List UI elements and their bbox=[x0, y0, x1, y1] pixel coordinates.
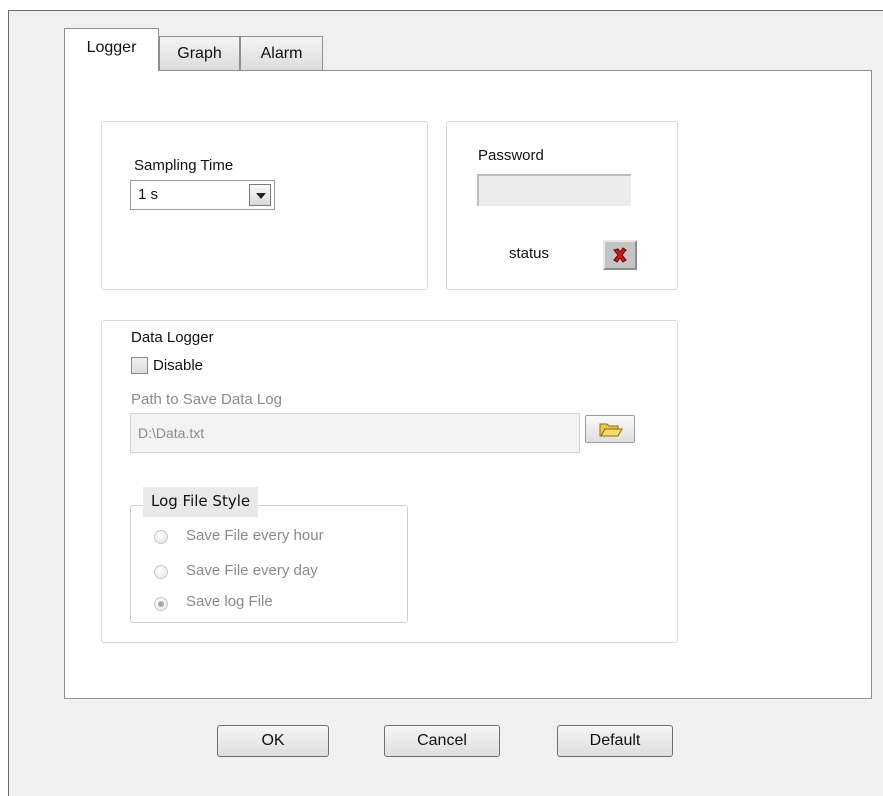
path-input[interactable]: D:\Data.txt bbox=[130, 413, 580, 453]
tab-logger[interactable]: Logger bbox=[64, 28, 159, 71]
sampling-time-dropdown[interactable]: 1 s bbox=[130, 180, 275, 210]
radio-label-save-every-day: Save File every day bbox=[186, 562, 318, 579]
log-file-style-title: Log File Style bbox=[143, 487, 259, 517]
chevron-down-icon[interactable] bbox=[249, 184, 271, 206]
disable-label: Disable bbox=[153, 357, 204, 374]
status-label: status bbox=[509, 245, 550, 262]
disable-checkbox[interactable] bbox=[131, 357, 148, 374]
ok-button[interactable]: OK bbox=[217, 725, 329, 757]
radio-save-every-hour[interactable] bbox=[154, 530, 168, 544]
tab-alarm[interactable]: Alarm bbox=[240, 36, 323, 70]
status-indicator bbox=[603, 240, 637, 270]
path-value: D:\Data.txt bbox=[138, 425, 205, 441]
radio-save-log-file[interactable] bbox=[154, 597, 168, 611]
window-border-top bbox=[8, 10, 883, 11]
password-input[interactable] bbox=[477, 174, 631, 206]
radio-save-every-day[interactable] bbox=[154, 565, 168, 579]
password-label: Password bbox=[478, 147, 544, 164]
path-label: Path to Save Data Log bbox=[131, 391, 282, 408]
tab-graph[interactable]: Graph bbox=[159, 36, 240, 70]
red-x-icon bbox=[613, 247, 627, 263]
folder-open-icon bbox=[599, 423, 623, 437]
window-border-left bbox=[8, 10, 9, 796]
radio-label-save-every-hour: Save File every hour bbox=[186, 527, 324, 544]
data-logger-title: Data Logger bbox=[131, 329, 214, 346]
browse-button[interactable] bbox=[585, 415, 635, 443]
sampling-time-label: Sampling Time bbox=[134, 157, 234, 174]
cancel-button[interactable]: Cancel bbox=[384, 725, 500, 757]
radio-label-save-log-file: Save log File bbox=[186, 593, 273, 610]
default-button[interactable]: Default bbox=[557, 725, 673, 757]
sampling-time-value: 1 s bbox=[138, 186, 159, 203]
